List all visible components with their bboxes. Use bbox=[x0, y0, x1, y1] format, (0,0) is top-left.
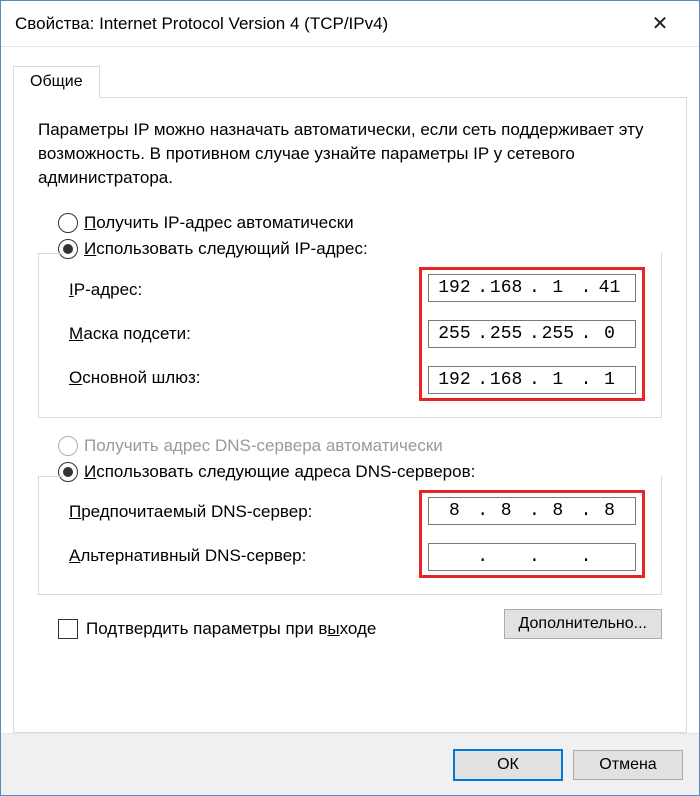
preferred-dns-input[interactable]: 8. 8. 8. 8 bbox=[428, 497, 636, 525]
ip-address-label: IP-адрес: bbox=[69, 280, 413, 300]
radio-ip-auto[interactable] bbox=[58, 213, 78, 233]
radio-ip-auto-label: Получить IP-адрес автоматически bbox=[84, 213, 354, 233]
radio-dns-auto bbox=[58, 436, 78, 456]
close-button[interactable]: ✕ bbox=[635, 11, 685, 36]
dns-manual-group: Предпочитаемый DNS-сервер: Альтернативны… bbox=[38, 476, 662, 595]
radio-dns-auto-label: Получить адрес DNS-сервера автоматически bbox=[84, 436, 443, 456]
title-bar: Свойства: Internet Protocol Version 4 (T… bbox=[1, 1, 699, 47]
dns-fields-highlight: 8. 8. 8. 8 . . . bbox=[419, 490, 645, 578]
preferred-dns-label: Предпочитаемый DNS-сервер: bbox=[69, 502, 413, 522]
ip-fields-highlight: 192. 168. 1. 41 255. 255. 255. 0 192. 16… bbox=[419, 267, 645, 401]
ip-address-input[interactable]: 192. 168. 1. 41 bbox=[428, 274, 636, 302]
advanced-button[interactable]: Дополнительно... bbox=[504, 609, 663, 639]
validate-on-exit-checkbox[interactable] bbox=[58, 619, 78, 639]
dialog-footer: ОК Отмена bbox=[1, 733, 699, 795]
ip-manual-group: IP-адрес: Маска подсети: Основной шлюз: … bbox=[38, 253, 662, 418]
alternate-dns-label: Альтернативный DNS-сервер: bbox=[69, 546, 413, 566]
window-title: Свойства: Internet Protocol Version 4 (T… bbox=[15, 14, 635, 34]
radio-ip-auto-row[interactable]: Получить IP-адрес автоматически bbox=[58, 213, 662, 233]
gateway-input[interactable]: 192. 168. 1. 1 bbox=[428, 366, 636, 394]
subnet-mask-label: Маска подсети: bbox=[69, 324, 413, 344]
ok-button[interactable]: ОК bbox=[453, 749, 563, 781]
intro-text: Параметры IP можно назначать автоматичес… bbox=[38, 118, 662, 189]
alternate-dns-input[interactable]: . . . bbox=[428, 543, 636, 571]
properties-dialog: Свойства: Internet Protocol Version 4 (T… bbox=[0, 0, 700, 796]
validate-on-exit-label: Подтвердить параметры при выходе bbox=[86, 619, 376, 639]
tab-panel-general: Параметры IP можно назначать автоматичес… bbox=[13, 97, 687, 733]
cancel-button[interactable]: Отмена bbox=[573, 750, 683, 780]
tab-strip: Общие bbox=[1, 47, 699, 97]
radio-dns-auto-row: Получить адрес DNS-сервера автоматически bbox=[58, 436, 662, 456]
tab-general[interactable]: Общие bbox=[13, 66, 100, 98]
gateway-label: Основной шлюз: bbox=[69, 368, 413, 388]
subnet-mask-input[interactable]: 255. 255. 255. 0 bbox=[428, 320, 636, 348]
